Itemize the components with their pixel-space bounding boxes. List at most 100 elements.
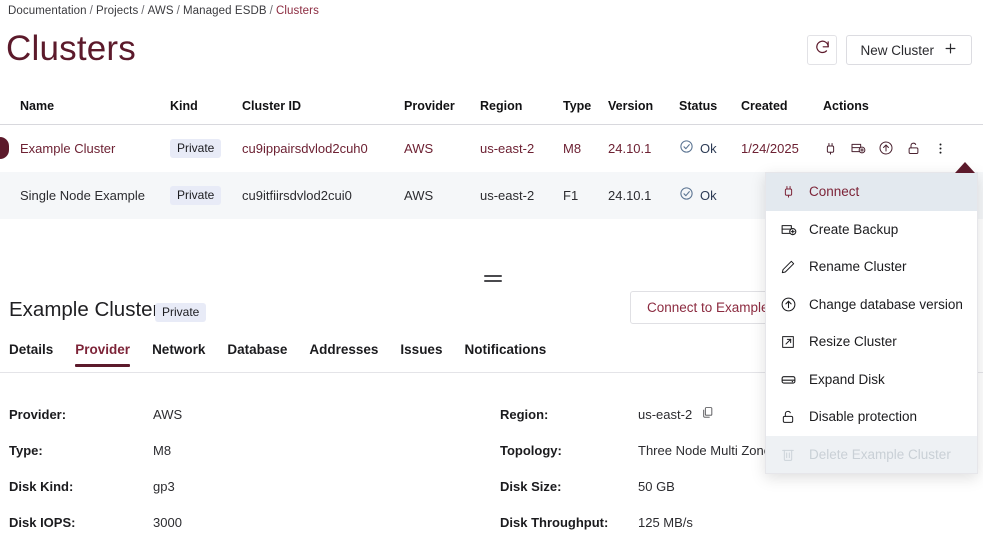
table-row[interactable]: Example Cluster Private cu9ippairsdvlod2…	[0, 125, 983, 172]
trash-icon	[779, 446, 797, 462]
property-disk-iops: Disk IOPS: 3000	[0, 515, 500, 530]
menu-item-label: Change database version	[809, 297, 963, 312]
resize-handle-icon[interactable]	[484, 275, 502, 285]
page-title: Clusters	[6, 26, 136, 72]
cell-cluster-id: cu9ippairsdvlod2cuh0	[242, 141, 404, 156]
new-cluster-button[interactable]: New Cluster	[846, 35, 972, 65]
menu-item-rename-cluster[interactable]: Rename Cluster	[766, 248, 977, 286]
change-version-icon[interactable]	[878, 140, 894, 156]
tab-notifications[interactable]: Notifications	[464, 342, 546, 366]
breadcrumb-item-managed-esdb[interactable]: Managed ESDB	[183, 5, 267, 17]
unlock-icon[interactable]	[906, 141, 921, 156]
table-header-row: Name Kind Cluster ID Provider Region Typ…	[0, 88, 983, 125]
menu-item-resize-cluster[interactable]: Resize Cluster	[766, 323, 977, 361]
kind-badge: Private	[170, 186, 221, 205]
property-label: Disk Throughput:	[500, 515, 638, 530]
plus-icon	[943, 41, 958, 59]
tab-provider[interactable]: Provider	[75, 342, 130, 366]
refresh-icon	[814, 39, 831, 61]
cell-kind: Private	[170, 186, 242, 205]
menu-item-label: Connect	[809, 184, 859, 199]
cell-type: F1	[563, 188, 608, 203]
tab-details[interactable]: Details	[9, 342, 53, 366]
detail-title: Example Cluster	[9, 298, 159, 322]
property-label: Provider:	[9, 407, 153, 422]
cell-created: 1/24/2025	[741, 141, 823, 156]
breadcrumb-item-projects[interactable]: Projects	[96, 5, 138, 17]
menu-item-disable-protection[interactable]: Disable protection	[766, 398, 977, 436]
cell-version: 24.10.1	[608, 188, 679, 203]
column-header-provider: Provider	[404, 99, 480, 113]
unlock-icon	[779, 409, 797, 425]
status-ok-icon	[679, 186, 694, 204]
more-vertical-icon[interactable]	[933, 141, 948, 156]
menu-item-label: Expand Disk	[809, 372, 885, 387]
cell-actions	[823, 140, 963, 156]
cell-name: Example Cluster	[20, 141, 170, 156]
connect-plug-icon[interactable]	[823, 141, 838, 156]
tab-addresses[interactable]: Addresses	[309, 342, 378, 366]
column-header-created: Created	[741, 99, 823, 113]
cell-region: us-east-2	[480, 188, 563, 203]
menu-item-delete-cluster: Delete Example Cluster	[766, 436, 977, 474]
property-value: 125 MB/s	[638, 515, 693, 530]
property-label: Topology:	[500, 443, 638, 458]
menu-pointer-arrow	[955, 162, 975, 173]
cell-provider: AWS	[404, 188, 480, 203]
property-label: Disk Kind:	[9, 479, 153, 494]
property-row: Disk IOPS: 3000 Disk Throughput: 125 MB/…	[0, 504, 983, 540]
cell-status: Ok	[679, 186, 741, 204]
arrow-up-circle-icon	[779, 296, 797, 313]
cell-cluster-id: cu9itfiirsdvlod2cui0	[242, 188, 404, 203]
menu-item-create-backup[interactable]: Create Backup	[766, 211, 977, 249]
status-ok-icon	[679, 139, 694, 157]
breadcrumb-separator: /	[87, 5, 96, 17]
property-value: gp3	[153, 479, 175, 494]
breadcrumb-item-clusters[interactable]: Clusters	[276, 5, 319, 17]
column-header-kind: Kind	[170, 99, 242, 113]
tab-issues[interactable]: Issues	[400, 342, 442, 366]
property-value: AWS	[153, 407, 182, 422]
disk-icon	[779, 371, 797, 388]
breadcrumb-item-documentation[interactable]: Documentation	[8, 5, 87, 17]
column-header-actions: Actions	[823, 99, 963, 113]
property-label: Type:	[9, 443, 153, 458]
property-disk-kind: Disk Kind: gp3	[0, 479, 500, 494]
create-backup-icon[interactable]	[850, 140, 866, 156]
breadcrumb-separator: /	[138, 5, 147, 17]
cell-kind: Private	[170, 139, 242, 158]
property-value: us-east-2	[638, 407, 692, 422]
menu-item-expand-disk[interactable]: Expand Disk	[766, 361, 977, 399]
row-selected-marker	[0, 137, 9, 159]
menu-item-label: Delete Example Cluster	[809, 447, 951, 462]
column-header-region: Region	[480, 99, 563, 113]
refresh-button[interactable]	[807, 35, 837, 65]
cell-name: Single Node Example	[20, 188, 170, 203]
column-header-version: Version	[608, 99, 679, 113]
cell-status: Ok	[679, 139, 741, 157]
copy-icon[interactable]	[701, 406, 714, 422]
page-header: Clusters New Cluster	[0, 24, 983, 78]
menu-item-connect[interactable]: Connect	[766, 173, 977, 211]
property-label: Disk IOPS:	[9, 515, 153, 530]
property-provider: Provider: AWS	[0, 407, 500, 422]
menu-item-label: Rename Cluster	[809, 259, 907, 274]
tab-network[interactable]: Network	[152, 342, 205, 366]
cell-type: M8	[563, 141, 608, 156]
breadcrumb-item-aws[interactable]: AWS	[148, 5, 174, 17]
tab-database[interactable]: Database	[227, 342, 287, 366]
menu-item-label: Resize Cluster	[809, 334, 897, 349]
breadcrumb-separator: /	[174, 5, 183, 17]
breadcrumb-separator: /	[267, 5, 276, 17]
kind-badge: Private	[170, 139, 221, 158]
clusters-page: Documentation/Projects/AWS/Managed ESDB/…	[0, 0, 983, 543]
column-header-type: Type	[563, 99, 608, 113]
cell-provider: AWS	[404, 141, 480, 156]
breadcrumb: Documentation/Projects/AWS/Managed ESDB/…	[8, 5, 319, 17]
detail-kind-badge-wrap: Private	[155, 303, 206, 322]
property-value: Three Node Multi Zone	[638, 443, 771, 458]
page-header-actions: New Cluster	[807, 35, 972, 65]
create-backup-icon	[779, 221, 797, 238]
menu-item-change-database-version[interactable]: Change database version	[766, 286, 977, 324]
detail-kind-badge: Private	[155, 303, 206, 322]
